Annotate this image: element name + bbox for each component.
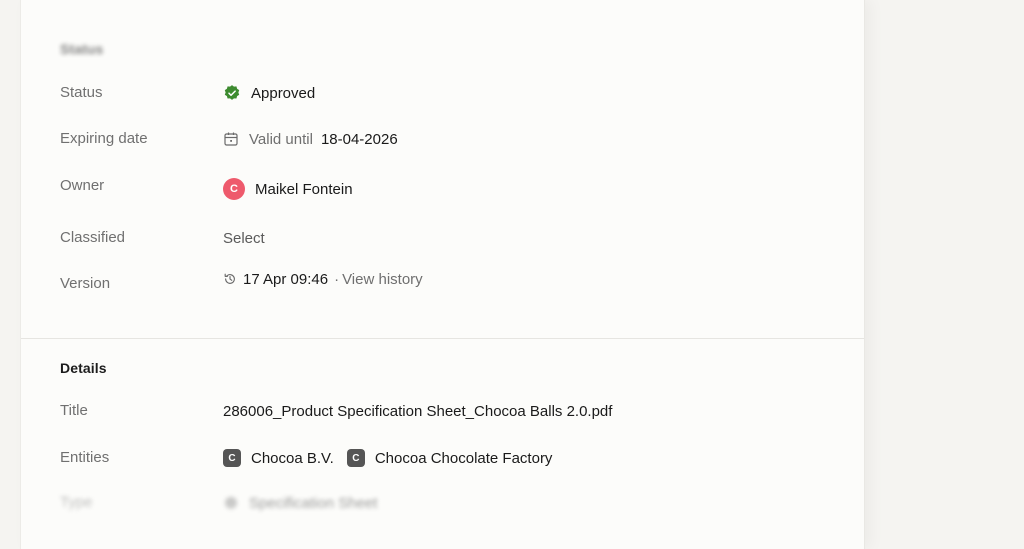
- status-label: Status: [60, 84, 103, 101]
- verified-badge-icon: [224, 85, 240, 100]
- valid-until-prefix: Valid until: [249, 130, 313, 148]
- version-value: 17 Apr 09:46 · View history: [223, 267, 423, 291]
- expiring-date-text: 18-04-2026: [320, 130, 398, 148]
- version-row: Version 17 Apr 09:46 · View history: [21, 271, 864, 296]
- owner-label: Owner: [60, 177, 105, 194]
- entities-row: Entities C Chocoa B.V. C Chocoa Chocolat…: [21, 446, 864, 470]
- type-value[interactable]: Specification Sheet: [223, 491, 377, 515]
- version-timestamp: 17 Apr 09:46: [243, 270, 329, 288]
- version-separator: ·: [334, 270, 340, 288]
- entity-chocoa-bv[interactable]: Chocoa B.V.: [251, 450, 334, 467]
- details-section-title: Details: [60, 360, 107, 376]
- classified-label: Classified: [60, 229, 126, 246]
- details-section: Details Title 286006_Product Specificati…: [21, 339, 864, 549]
- title-row: Title 286006_Product Specification Sheet…: [21, 399, 864, 423]
- type-text: Specification Sheet: [249, 494, 378, 512]
- company-icon: C: [346, 449, 365, 467]
- owner-row: Owner C Maikel Fontein: [21, 174, 864, 201]
- version-label: Version: [60, 275, 111, 292]
- history-icon: [224, 273, 235, 284]
- owner-name: Maikel Fontein: [255, 180, 353, 198]
- entity-chocoa-chocolate-factory[interactable]: Chocoa Chocolate Factory: [375, 450, 553, 467]
- expiring-date-row: Expiring date Valid until 18-04-2026: [21, 127, 864, 151]
- classified-row: Classified Select: [21, 226, 864, 250]
- calendar-icon: [224, 132, 238, 146]
- status-text: Approved: [251, 84, 316, 102]
- avatar: C: [223, 178, 245, 200]
- title-label: Title: [60, 402, 88, 419]
- status-value[interactable]: Approved: [223, 81, 315, 105]
- expiring-date-value[interactable]: Valid until 18-04-2026: [223, 127, 398, 151]
- document-info-panel: Status Status Approved Expiring date Val…: [20, 0, 865, 549]
- document-title: 286006_Product Specification Sheet_Choco…: [223, 402, 613, 420]
- expiring-date-label: Expiring date: [60, 130, 148, 147]
- document-type-icon: [225, 497, 237, 509]
- classified-select[interactable]: Select: [223, 226, 265, 250]
- status-section: Status Status Approved Expiring date Val…: [21, 0, 864, 338]
- type-label: Type: [60, 494, 93, 511]
- owner-value[interactable]: C Maikel Fontein: [223, 177, 353, 201]
- entities-value: C Chocoa B.V. C Chocoa Chocolate Factory: [223, 446, 552, 470]
- status-row: Status Approved: [21, 81, 864, 105]
- company-icon: C: [223, 449, 241, 467]
- view-history-link[interactable]: View history: [342, 271, 423, 288]
- title-value[interactable]: 286006_Product Specification Sheet_Choco…: [223, 399, 612, 423]
- entities-label: Entities: [60, 449, 110, 466]
- status-section-title: Status: [60, 41, 104, 57]
- type-row: Type Specification Sheet: [21, 491, 864, 515]
- classified-select-text[interactable]: Select: [223, 230, 265, 247]
